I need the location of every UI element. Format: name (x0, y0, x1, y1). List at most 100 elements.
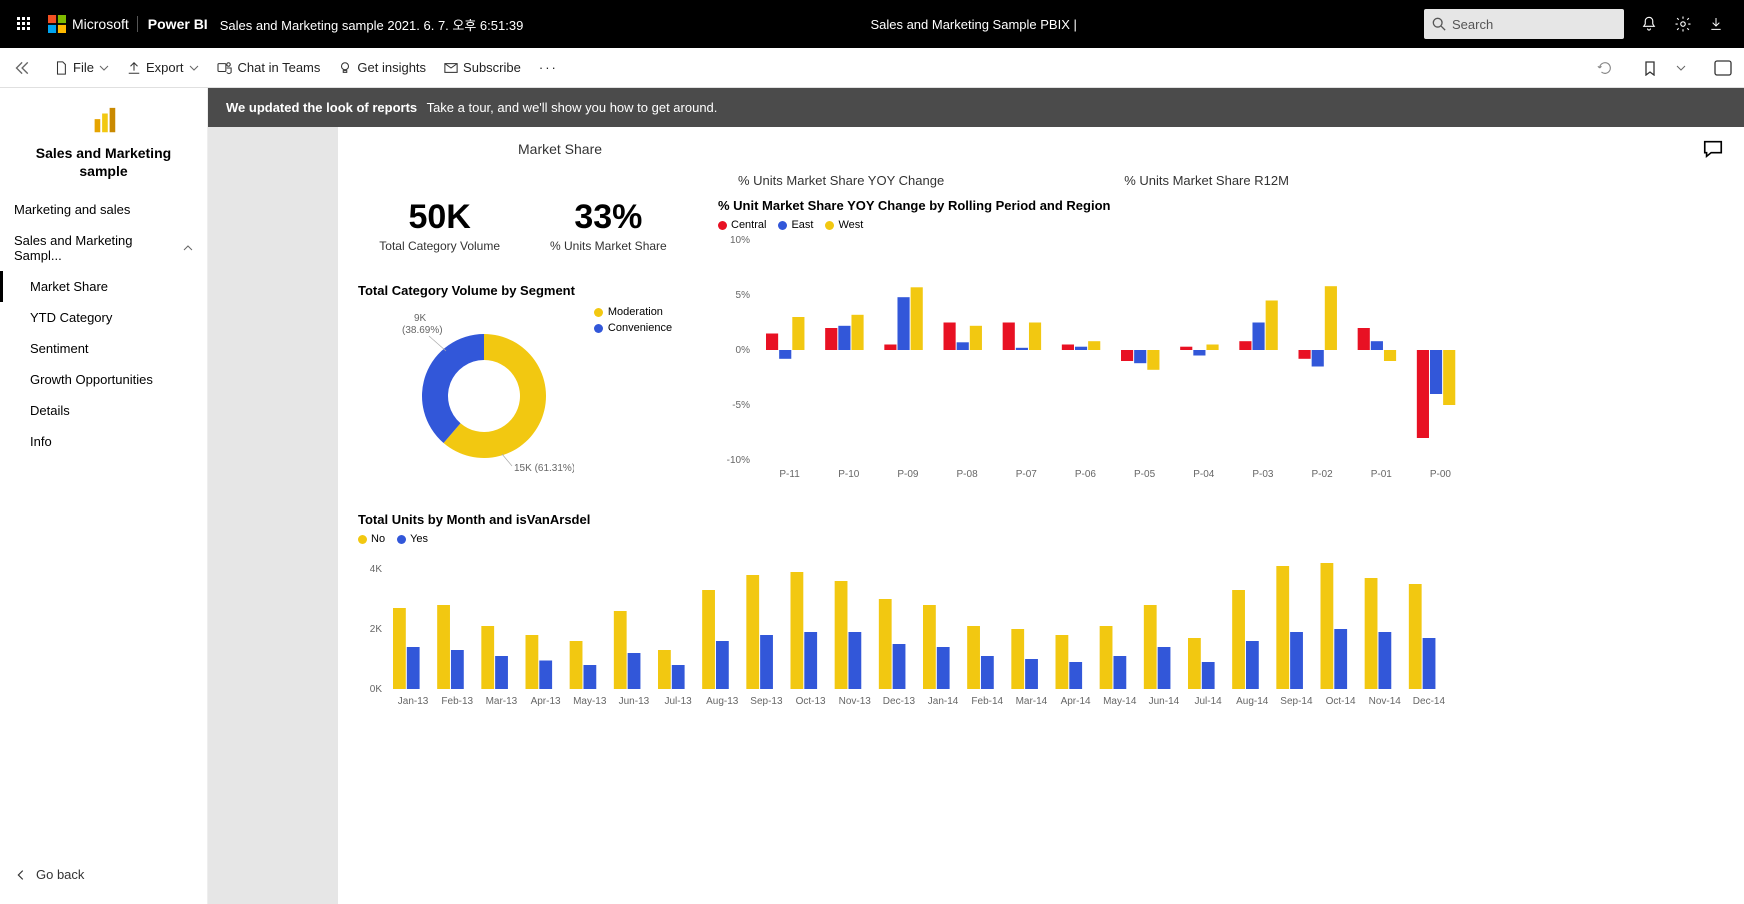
nav-marketing-sales[interactable]: Marketing and sales (0, 194, 207, 225)
export-icon (127, 61, 141, 75)
mail-icon (444, 61, 458, 75)
chevron-up-icon (183, 243, 193, 253)
legend-yes: Yes (397, 533, 428, 545)
nav-details[interactable]: Details (0, 395, 207, 426)
gear-icon[interactable] (1674, 15, 1692, 33)
teams-icon (217, 61, 233, 75)
svg-text:Mar-13: Mar-13 (486, 696, 518, 707)
svg-text:Apr-14: Apr-14 (1061, 696, 1091, 707)
svg-text:Dec-13: Dec-13 (883, 696, 916, 707)
microsoft-logo: Microsoft (48, 15, 129, 33)
yoy-chart[interactable]: -10%-5%0%5%10%P-11P-10P-09P-08P-07P-06P-… (718, 235, 1478, 485)
svg-text:Jul-14: Jul-14 (1194, 696, 1222, 707)
export-menu[interactable]: Export (127, 60, 199, 75)
command-bar: File Export Chat in Teams Get insights S… (0, 48, 1744, 88)
app-launcher-icon[interactable] (8, 16, 40, 32)
file-icon (54, 61, 68, 75)
chevron-down-icon[interactable] (1676, 63, 1686, 73)
donut-title: Total Category Volume by Segment (358, 283, 575, 298)
svg-text:Jul-13: Jul-13 (664, 696, 692, 707)
microsoft-label: Microsoft (72, 16, 129, 32)
fullscreen-icon[interactable] (1714, 60, 1732, 76)
svg-text:Sep-14: Sep-14 (1280, 696, 1313, 707)
svg-text:P-03: P-03 (1252, 469, 1274, 480)
svg-text:Mar-14: Mar-14 (1016, 696, 1048, 707)
svg-text:Jun-14: Jun-14 (1149, 696, 1180, 707)
comment-icon[interactable] (1702, 138, 1724, 160)
chat-teams-button[interactable]: Chat in Teams (217, 60, 321, 75)
insights-button[interactable]: Get insights (338, 60, 426, 75)
svg-text:5%: 5% (736, 290, 751, 301)
banner-text: Take a tour, and we'll show you how to g… (427, 100, 718, 115)
legend-no: No (358, 533, 385, 545)
svg-text:0%: 0% (736, 345, 751, 356)
svg-text:9K: 9K (414, 313, 427, 324)
product-label: Power BI (137, 16, 208, 32)
global-header: Microsoft Power BI Sales and Marketing s… (0, 0, 1744, 48)
arrow-left-icon (14, 868, 28, 882)
svg-text:Oct-13: Oct-13 (796, 696, 826, 707)
subscribe-button[interactable]: Subscribe (444, 60, 521, 75)
svg-text:Apr-13: Apr-13 (531, 696, 561, 707)
svg-text:Aug-14: Aug-14 (1236, 696, 1269, 707)
tab-r12m[interactable]: % Units Market Share R12M (1124, 173, 1289, 188)
svg-text:-5%: -5% (732, 400, 750, 411)
svg-text:P-02: P-02 (1312, 469, 1334, 480)
svg-text:Nov-14: Nov-14 (1369, 696, 1402, 707)
svg-text:P-11: P-11 (779, 469, 800, 480)
svg-text:Jan-14: Jan-14 (928, 696, 959, 707)
go-back-button[interactable]: Go back (0, 857, 207, 892)
svg-text:Aug-13: Aug-13 (706, 696, 739, 707)
nav-info[interactable]: Info (0, 426, 207, 457)
svg-text:P-10: P-10 (838, 469, 860, 480)
legend-east: East (778, 219, 813, 231)
nav-report-group[interactable]: Sales and Marketing Sampl... (0, 225, 207, 271)
canvas-gutter (208, 127, 338, 904)
svg-text:Sep-13: Sep-13 (750, 696, 783, 707)
kpi-market-share[interactable]: 33% % Units Market Share (550, 198, 667, 253)
svg-text:Jun-13: Jun-13 (619, 696, 650, 707)
yoy-chart-title: % Unit Market Share YOY Change by Rollin… (718, 198, 1724, 213)
report-title[interactable]: Sales and Marketing Sample PBIX | (523, 17, 1424, 32)
svg-text:Oct-14: Oct-14 (1326, 696, 1356, 707)
file-menu[interactable]: File (54, 60, 109, 75)
legend-west: West (825, 219, 863, 231)
nav-sentiment[interactable]: Sentiment (0, 333, 207, 364)
download-icon[interactable] (1708, 15, 1724, 33)
powerbi-logo-icon (0, 100, 207, 144)
info-banner[interactable]: We updated the look of reports Take a to… (208, 88, 1744, 127)
page-title: Market Share (518, 141, 602, 157)
svg-text:10%: 10% (730, 235, 750, 246)
more-menu[interactable]: ··· (539, 60, 558, 75)
nav-pane: Sales and Marketing sample Marketing and… (0, 88, 208, 904)
kpi-total-volume[interactable]: 50K Total Category Volume (379, 198, 500, 253)
search-icon (1432, 17, 1446, 31)
svg-text:Nov-13: Nov-13 (839, 696, 872, 707)
collapse-nav-icon[interactable] (12, 59, 30, 77)
svg-text:-10%: -10% (727, 455, 750, 466)
chevron-down-icon (189, 63, 199, 73)
svg-text:P-06: P-06 (1075, 469, 1097, 480)
chevron-down-icon (99, 63, 109, 73)
nav-ytd-category[interactable]: YTD Category (0, 302, 207, 333)
bookmark-icon[interactable] (1642, 60, 1658, 76)
nav-market-share[interactable]: Market Share (0, 271, 207, 302)
svg-text:0K: 0K (370, 684, 383, 695)
reset-icon[interactable] (1596, 60, 1614, 76)
svg-text:P-00: P-00 (1430, 469, 1452, 480)
tab-yoy-change[interactable]: % Units Market Share YOY Change (738, 173, 944, 188)
donut-chart[interactable]: 9K(38.69%)15K (61.31%) Moderation Conven… (374, 306, 672, 486)
svg-text:P-08: P-08 (957, 469, 979, 480)
svg-text:P-09: P-09 (897, 469, 919, 480)
workspace-title: Sales and Marketing sample (0, 144, 207, 194)
nav-growth[interactable]: Growth Opportunities (0, 364, 207, 395)
search-input[interactable]: Search (1424, 9, 1624, 39)
svg-text:P-01: P-01 (1371, 469, 1393, 480)
notifications-icon[interactable] (1640, 15, 1658, 33)
svg-text:(38.69%): (38.69%) (402, 325, 443, 336)
svg-text:Jan-13: Jan-13 (398, 696, 429, 707)
svg-text:2K: 2K (370, 624, 383, 635)
totalunits-chart[interactable]: 0K2K4KJan-13Feb-13Mar-13Apr-13May-13Jun-… (358, 549, 1458, 709)
svg-text:Feb-14: Feb-14 (971, 696, 1003, 707)
bulb-icon (338, 61, 352, 75)
